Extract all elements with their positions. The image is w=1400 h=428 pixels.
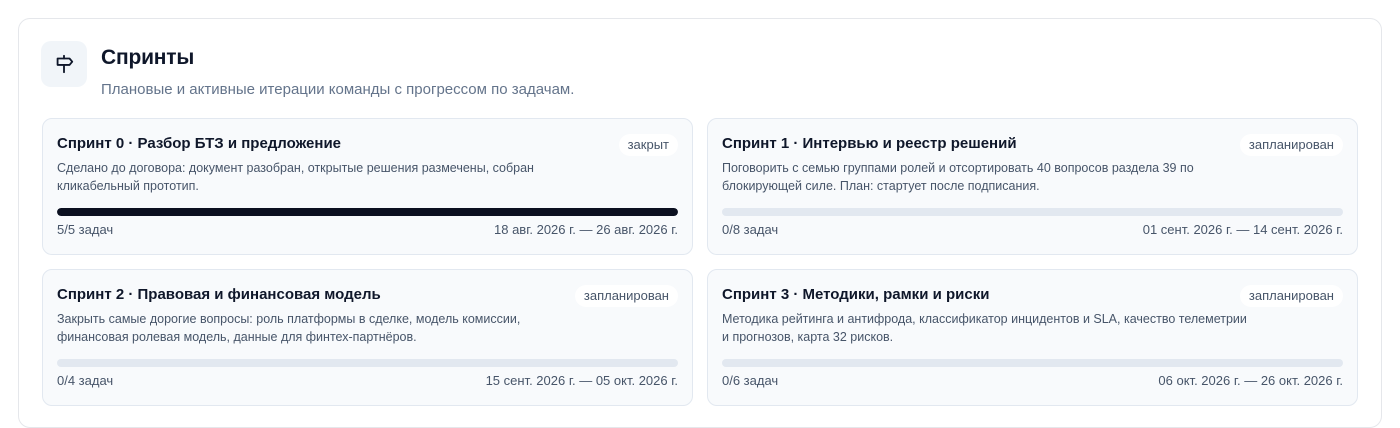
- status-badge: запланирован: [1239, 134, 1343, 156]
- sprint-grid: Спринт 0 · Разбор БТЗ и предложение закр…: [42, 118, 1359, 406]
- page-title: Спринты: [101, 46, 195, 69]
- task-count: 0/6 задач: [722, 373, 779, 388]
- date-range: 01 сент. 2026 г. — 14 сент. 2026 г.: [1142, 222, 1343, 237]
- sprint-card-3[interactable]: Спринт 3 · Методики, рамки и риски запла…: [707, 269, 1358, 406]
- sprint-footer: 0/6 задач 06 окт. 2026 г. — 26 окт. 2026…: [722, 373, 1343, 389]
- progress-bar: [722, 359, 1343, 367]
- sprint-card-1[interactable]: Спринт 1 · Интервью и реестр решений зап…: [707, 118, 1358, 255]
- progress-bar: [57, 359, 678, 367]
- sprint-footer: 0/8 задач 01 сент. 2026 г. — 14 сент. 20…: [722, 222, 1343, 238]
- progress-bar: [57, 208, 678, 216]
- date-range: 06 окт. 2026 г. — 26 окт. 2026 г.: [1158, 373, 1343, 388]
- progress-fill: [57, 208, 678, 216]
- sprint-description: Методика рейтинга и антифрода, классифик…: [722, 312, 1247, 344]
- sprints-panel: Спринты Плановые и активные итерации ком…: [18, 18, 1382, 428]
- date-range: 18 авг. 2026 г. — 26 авг. 2026 г.: [494, 222, 678, 237]
- sprint-footer: 5/5 задач 18 авг. 2026 г. — 26 авг. 2026…: [57, 222, 678, 238]
- signpost-icon: [41, 41, 87, 87]
- sprint-description: Сделано до договора: документ разобран, …: [57, 161, 534, 193]
- status-badge: закрыт: [618, 134, 678, 156]
- status-badge: запланирован: [574, 285, 678, 307]
- sprint-title: Спринт 0 · Разбор БТЗ и предложение: [57, 135, 342, 152]
- status-badge: запланирован: [1239, 285, 1343, 307]
- page-subtitle: Плановые и активные итерации команды с п…: [101, 81, 575, 98]
- sprint-card-0[interactable]: Спринт 0 · Разбор БТЗ и предложение закр…: [42, 118, 693, 255]
- task-count: 5/5 задач: [57, 222, 114, 237]
- sprint-card-2[interactable]: Спринт 2 · Правовая и финансовая модель …: [42, 269, 693, 406]
- task-count: 0/4 задач: [57, 373, 114, 388]
- progress-bar: [722, 208, 1343, 216]
- task-count: 0/8 задач: [722, 222, 779, 237]
- date-range: 15 сент. 2026 г. — 05 окт. 2026 г.: [485, 373, 678, 388]
- sprints-header: Спринты Плановые и активные итерации ком…: [41, 41, 941, 101]
- sprint-description: Закрыть самые дорогие вопросы: роль плат…: [57, 312, 521, 344]
- sprint-footer: 0/4 задач 15 сент. 2026 г. — 05 окт. 202…: [57, 373, 678, 389]
- sprint-description: Поговорить с семью группами ролей и отсо…: [722, 161, 1194, 193]
